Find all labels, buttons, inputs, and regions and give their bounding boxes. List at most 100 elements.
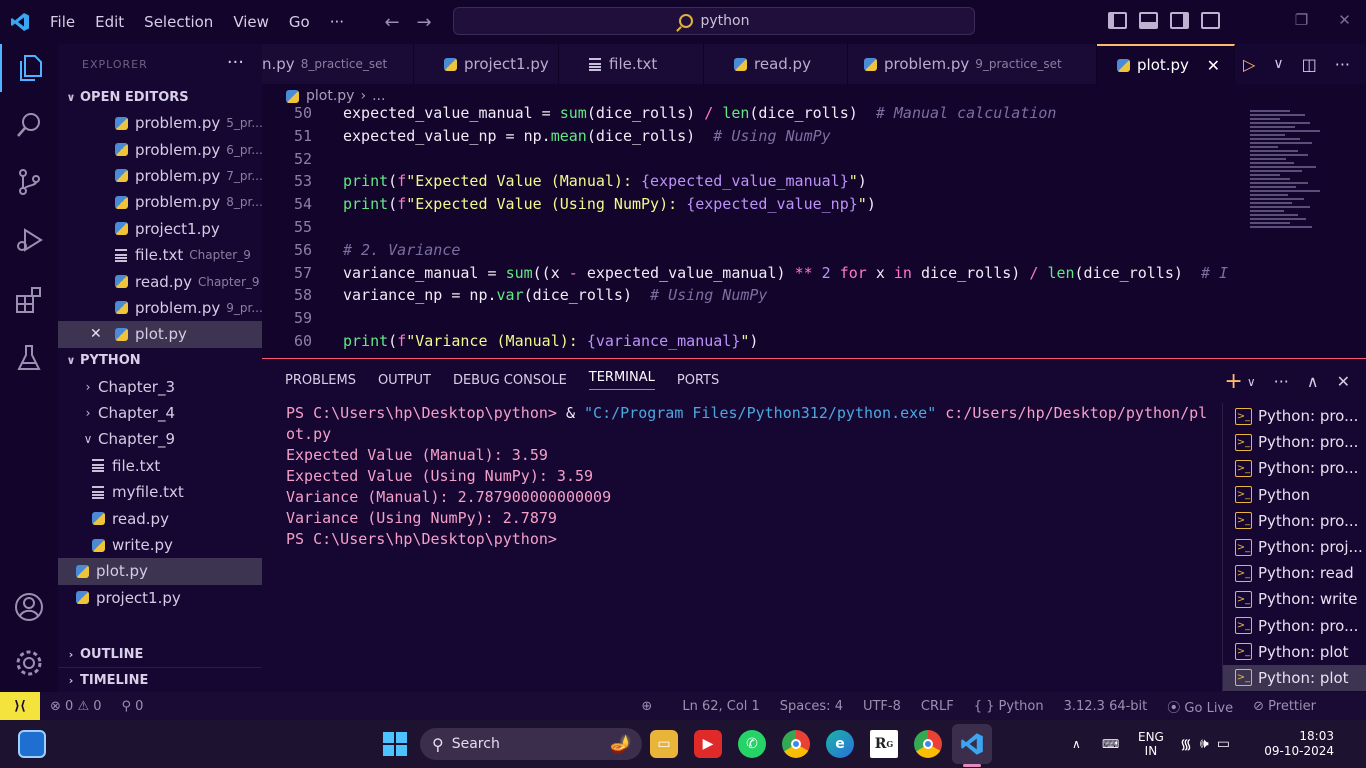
maximize-panel-icon[interactable]: ∧	[1307, 372, 1319, 391]
open-editor-item[interactable]: read.py Chapter_9	[58, 268, 262, 294]
researchgate-icon[interactable]: RG	[870, 730, 898, 758]
tree-item[interactable]: myfile.txt	[58, 479, 262, 505]
terminal-instance[interactable]: >_ Python: write	[1223, 586, 1366, 612]
youtube-icon[interactable]: ▶	[694, 730, 722, 758]
tree-item[interactable]: ∨ Chapter_9	[58, 426, 262, 452]
tab-n-py[interactable]: n.py 8_practice_set	[262, 44, 414, 84]
code-editor[interactable]: 50 expected_value_manual = sum(dice_rolls…	[262, 104, 1238, 356]
menu-more[interactable]: ···	[320, 0, 354, 44]
close-tab-icon[interactable]: ✕	[1207, 56, 1220, 75]
vscode-taskbar-icon[interactable]	[952, 724, 992, 764]
terminal-instance[interactable]: >_ Python	[1223, 482, 1366, 508]
outline-header[interactable]: › OUTLINE	[58, 641, 262, 667]
open-editor-item[interactable]: project1.py	[58, 216, 262, 242]
close-editor-icon[interactable]: ✕	[90, 326, 115, 342]
code-line[interactable]: 56 # 2. Variance	[262, 239, 1238, 262]
command-center-search[interactable]: python	[453, 7, 975, 35]
more-actions-icon[interactable]: ···	[1335, 55, 1350, 74]
accounts-icon[interactable]	[0, 583, 58, 631]
open-editor-item[interactable]: problem.py 7_pr...	[58, 163, 262, 189]
network-volume-battery[interactable]: ᯾ 🕪 ▭	[1180, 720, 1230, 768]
split-editor-icon[interactable]: ◫	[1302, 55, 1317, 74]
code-line[interactable]: 59	[262, 307, 1238, 330]
widgets-icon[interactable]	[18, 730, 46, 758]
terminal-instance[interactable]: >_ Python: pro...	[1223, 508, 1366, 534]
panel-tab-debug-console[interactable]: DEBUG CONSOLE	[442, 359, 578, 401]
code-line[interactable]: 51 expected_value_np = np.mean(dice_rolls…	[262, 125, 1238, 148]
code-line[interactable]: 52	[262, 148, 1238, 171]
open-editor-item[interactable]: problem.py 8_pr...	[58, 189, 262, 215]
menu-selection[interactable]: Selection	[134, 0, 223, 44]
toggle-panel-icon[interactable]	[1139, 12, 1158, 29]
close-window-icon[interactable]: ✕	[1323, 11, 1366, 29]
source-control-icon[interactable]	[0, 158, 58, 206]
chrome-profile-icon[interactable]	[914, 730, 942, 758]
open-editor-item[interactable]: problem.py 6_pr...	[58, 136, 262, 162]
terminal-dropdown-icon[interactable]: ∨	[1247, 375, 1256, 389]
zoom-icon[interactable]: ⊕	[631, 699, 662, 714]
new-terminal-icon[interactable]: +	[1224, 369, 1242, 394]
code-line[interactable]: 54 print(f"Expected Value (Using NumPy): …	[262, 193, 1238, 216]
toggle-primary-sidebar-icon[interactable]	[1108, 12, 1127, 29]
file-explorer-icon[interactable]: ▭	[650, 730, 678, 758]
tab-read-py[interactable]: read.py	[704, 44, 848, 84]
menu-file[interactable]: File	[40, 0, 85, 44]
testing-flask-icon[interactable]	[0, 334, 58, 382]
open-editors-header[interactable]: ∨ OPEN EDITORS	[58, 84, 262, 110]
start-windows-icon[interactable]	[382, 731, 408, 757]
terminal-instance[interactable]: >_ Python: pro...	[1223, 455, 1366, 481]
explorer-more-icon[interactable]: ···	[227, 52, 244, 73]
cursor-position[interactable]: Ln 62, Col 1	[672, 699, 769, 714]
remote-indicator-icon[interactable]: ⟩⟨	[0, 692, 40, 720]
open-editor-item[interactable]: problem.py 9_pr...	[58, 295, 262, 321]
run-file-icon[interactable]: ▷	[1243, 55, 1255, 74]
explorer-icon[interactable]	[0, 44, 58, 92]
open-editor-item[interactable]: file.txt Chapter_9	[58, 242, 262, 268]
tree-item[interactable]: read.py	[58, 505, 262, 531]
code-line[interactable]: 58 variance_np = np.var(dice_rolls) # Usi…	[262, 284, 1238, 307]
language-mode[interactable]: { } Python	[964, 699, 1054, 714]
tree-item[interactable]: › Chapter_3	[58, 374, 262, 400]
terminal-instance[interactable]: >_ Python: read	[1223, 560, 1366, 586]
show-hidden-icons[interactable]: ∧	[1072, 720, 1081, 768]
search-view-icon[interactable]	[0, 101, 58, 149]
code-line[interactable]: 53 print(f"Expected Value (Manual): {expe…	[262, 170, 1238, 193]
panel-tab-output[interactable]: OUTPUT	[367, 359, 442, 401]
panel-tab-problems[interactable]: PROBLEMS	[274, 359, 367, 401]
ports-status[interactable]: ⚲ 0	[112, 699, 154, 714]
code-line[interactable]: 50 expected_value_manual = sum(dice_rolls…	[262, 104, 1238, 125]
code-line[interactable]: 57 variance_manual = sum((x - expected_va…	[262, 262, 1238, 285]
workspace-header[interactable]: ∨ PYTHON	[58, 348, 262, 374]
problems-status[interactable]: ⊗ 0 ⚠ 0	[40, 699, 112, 714]
panel-tab-ports[interactable]: PORTS	[666, 359, 730, 401]
toggle-secondary-sidebar-icon[interactable]	[1170, 12, 1189, 29]
terminal-instance[interactable]: >_ Python: proj...	[1223, 534, 1366, 560]
forward-arrow-icon[interactable]: →	[408, 12, 440, 33]
encoding[interactable]: UTF-8	[853, 699, 911, 714]
manage-gear-icon[interactable]	[0, 639, 58, 687]
interpreter-version[interactable]: 3.12.3 64-bit	[1054, 699, 1158, 714]
run-debug-icon[interactable]	[0, 216, 58, 264]
terminal-instance[interactable]: >_ Python: pro...	[1223, 613, 1366, 639]
tree-item[interactable]: file.txt	[58, 453, 262, 479]
extensions-icon[interactable]	[0, 276, 58, 324]
menu-go[interactable]: Go	[279, 0, 320, 44]
timeline-header[interactable]: › TIMELINE	[58, 667, 262, 693]
tree-item[interactable]: plot.py	[58, 558, 262, 585]
dropdown-chevron-icon[interactable]: ∨	[1273, 56, 1283, 72]
tree-item[interactable]: write.py	[58, 532, 262, 558]
menu-edit[interactable]: Edit	[85, 0, 134, 44]
chrome-icon[interactable]	[782, 730, 810, 758]
restore-window-icon[interactable]: ❐	[1280, 11, 1323, 29]
panel-tab-terminal[interactable]: TERMINAL	[578, 359, 666, 401]
edge-icon[interactable]: e	[826, 730, 854, 758]
taskbar-search[interactable]: ⚲ Search 🪔	[420, 728, 642, 760]
go-live-button[interactable]: ⦿ Go Live	[1157, 697, 1243, 716]
breadcrumb-file[interactable]: plot.py	[306, 88, 354, 104]
tab-project1-py[interactable]: project1.py	[414, 44, 559, 84]
clock[interactable]: 18:03 09-10-2024	[1262, 720, 1334, 768]
code-line[interactable]: 60 print(f"Variance (Manual): {variance_m…	[262, 330, 1238, 353]
tab-problem-py[interactable]: problem.py 9_practice_set	[848, 44, 1097, 84]
terminal-instance[interactable]: >_ Python: plot	[1223, 664, 1366, 692]
minimap[interactable]	[1238, 104, 1366, 356]
